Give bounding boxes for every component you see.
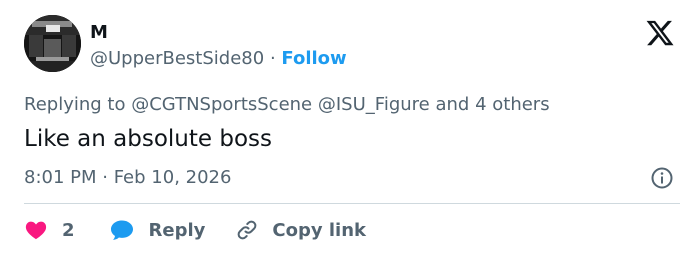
- avatar[interactable]: [24, 15, 81, 72]
- reply-context-prefix: Replying to: [24, 94, 126, 115]
- x-logo-icon[interactable]: [645, 18, 675, 48]
- tweet-timestamp[interactable]: 8:01 PM · Feb 10, 2026: [24, 166, 231, 190]
- divider: [24, 203, 680, 204]
- tweet-text: Like an absolute boss: [24, 126, 272, 152]
- avatar-image: [24, 15, 81, 72]
- heart-icon: [25, 221, 47, 240]
- info-icon[interactable]: [650, 166, 674, 190]
- like-button[interactable]: 2: [24, 218, 75, 242]
- handle-separator: ·: [269, 48, 276, 69]
- author-display-name[interactable]: M: [90, 21, 108, 45]
- copy-link-button[interactable]: Copy link: [235, 218, 366, 242]
- author-handle-line: @UpperBestSide80 · Follow: [90, 47, 347, 71]
- like-count: 2: [62, 219, 75, 241]
- action-bar: 2 Reply Copy link: [24, 215, 366, 245]
- reply-context: Replying to @CGTNSportsScene @ISU_Figure…: [24, 93, 550, 117]
- follow-link[interactable]: Follow: [281, 48, 346, 69]
- reply-button[interactable]: Reply: [109, 218, 206, 242]
- mention-link[interactable]: @ISU_Figure: [318, 94, 430, 115]
- link-icon: [238, 220, 257, 240]
- copy-link-label: Copy link: [272, 219, 366, 241]
- author-handle[interactable]: @UpperBestSide80: [90, 48, 264, 69]
- mention-link[interactable]: @CGTNSportsScene: [131, 94, 312, 115]
- reply-label: Reply: [148, 219, 206, 241]
- speech-bubble-icon: [110, 220, 133, 240]
- reply-context-others[interactable]: and 4 others: [435, 94, 549, 115]
